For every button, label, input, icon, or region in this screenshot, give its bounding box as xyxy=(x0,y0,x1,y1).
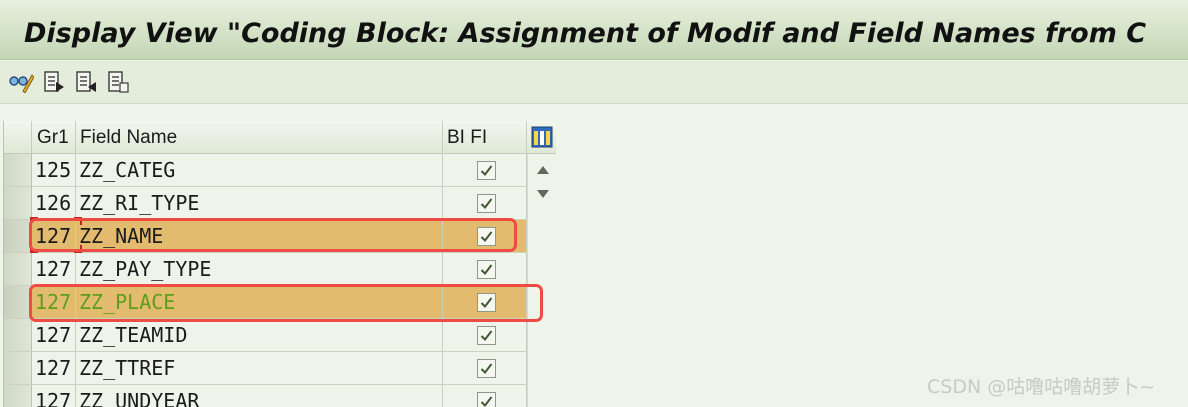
cell-group: 127 xyxy=(32,286,76,318)
table-row[interactable]: 127 ZZ_UNDYEAR xyxy=(4,385,527,407)
checkmark-icon xyxy=(480,165,493,177)
glasses-pencil-icon xyxy=(9,74,34,93)
bi-fi-checkbox[interactable] xyxy=(477,194,496,213)
document-previous-icon xyxy=(76,71,96,92)
select-all-header[interactable] xyxy=(4,121,32,154)
scroll-up-button[interactable] xyxy=(528,157,556,183)
cell-field-name: ZZ_TTREF xyxy=(76,352,443,384)
cell-bi-fi xyxy=(443,253,527,285)
next-entry-button[interactable] xyxy=(41,69,67,95)
column-header-field-name[interactable]: Field Name xyxy=(76,121,443,154)
checkmark-icon xyxy=(480,363,493,375)
cell-bi-fi xyxy=(443,319,527,351)
table-row[interactable]: 127 ZZ_TTREF xyxy=(4,352,527,385)
table-row[interactable]: 125 ZZ_CATEG xyxy=(4,154,527,187)
table-row-highlighted[interactable]: 127 ZZ_PLACE xyxy=(4,286,527,319)
page-title: Display View "Coding Block: Assignment o… xyxy=(24,18,1147,49)
previous-entry-button[interactable] xyxy=(73,69,99,95)
scroll-down-button[interactable] xyxy=(528,181,556,207)
table-settings-button[interactable] xyxy=(527,121,556,154)
triangle-down-icon xyxy=(537,190,549,198)
row-selector[interactable] xyxy=(4,352,32,384)
display-change-button[interactable] xyxy=(8,69,34,95)
table-row[interactable]: 127 ZZ_PAY_TYPE xyxy=(4,253,527,286)
cell-field-name: ZZ_TEAMID xyxy=(76,319,443,351)
cell-group: 126 xyxy=(32,187,76,219)
triangle-up-icon xyxy=(537,166,549,174)
table-row[interactable]: 127 ZZ_TEAMID xyxy=(4,319,527,352)
checkmark-icon xyxy=(480,297,493,309)
cell-field-name: ZZ_PAY_TYPE xyxy=(76,253,443,285)
cell-bi-fi xyxy=(443,154,527,186)
cell-field-name: ZZ_NAME xyxy=(76,220,443,252)
title-bar: Display View "Coding Block: Assignment o… xyxy=(0,0,1188,60)
checkmark-icon xyxy=(480,231,493,243)
cell-field-name: ZZ_RI_TYPE xyxy=(76,187,443,219)
cell-group: 127 xyxy=(32,220,76,252)
cell-bi-fi xyxy=(443,187,527,219)
bi-fi-checkbox[interactable] xyxy=(477,392,496,407)
checkmark-icon xyxy=(480,396,493,407)
document-copy-icon xyxy=(108,71,129,93)
table-control: Gr1 Field Name BI FI 125 ZZ_CATEG 126 ZZ… xyxy=(3,121,556,407)
table-header: Gr1 Field Name BI FI xyxy=(4,121,527,154)
cell-group: 127 xyxy=(32,319,76,351)
row-selector[interactable] xyxy=(4,187,32,219)
column-header-group[interactable]: Gr1 xyxy=(32,121,76,154)
cell-group: 127 xyxy=(32,253,76,285)
bi-fi-checkbox[interactable] xyxy=(477,326,496,345)
checkmark-icon xyxy=(480,330,493,342)
cell-bi-fi xyxy=(443,286,527,318)
row-selector[interactable] xyxy=(4,319,32,351)
watermark: CSDN @咕噜咕噜胡萝卜~ xyxy=(927,376,1156,398)
row-selector[interactable] xyxy=(4,220,32,252)
bi-fi-checkbox[interactable] xyxy=(477,227,496,246)
cell-bi-fi xyxy=(443,385,527,407)
checkmark-icon xyxy=(480,264,493,276)
checkmark-icon xyxy=(480,198,493,210)
cell-field-name: ZZ_PLACE xyxy=(76,286,443,318)
row-selector[interactable] xyxy=(4,286,32,318)
row-selector[interactable] xyxy=(4,253,32,285)
bi-fi-checkbox[interactable] xyxy=(477,359,496,378)
table-row[interactable]: 126 ZZ_RI_TYPE xyxy=(4,187,527,220)
application-toolbar xyxy=(0,61,1188,104)
cell-field-name: ZZ_CATEG xyxy=(76,154,443,186)
document-next-icon xyxy=(44,71,64,92)
copy-entry-button[interactable] xyxy=(105,69,131,95)
cell-group: 127 xyxy=(32,352,76,384)
cell-field-name: ZZ_UNDYEAR xyxy=(76,385,443,407)
row-selector[interactable] xyxy=(4,154,32,186)
cell-bi-fi xyxy=(443,352,527,384)
cell-group: 125 xyxy=(32,154,76,186)
table-row-highlighted[interactable]: 127 ZZ_NAME xyxy=(4,220,527,253)
cell-bi-fi xyxy=(443,220,527,252)
table-settings-icon xyxy=(531,126,553,148)
vertical-scrollbar[interactable] xyxy=(527,154,556,407)
row-selector[interactable] xyxy=(4,385,32,407)
cell-group: 127 xyxy=(32,385,76,407)
bi-fi-checkbox[interactable] xyxy=(477,260,496,279)
bi-fi-checkbox[interactable] xyxy=(477,293,496,312)
bi-fi-checkbox[interactable] xyxy=(477,161,496,180)
column-header-bi-fi[interactable]: BI FI xyxy=(443,121,527,154)
